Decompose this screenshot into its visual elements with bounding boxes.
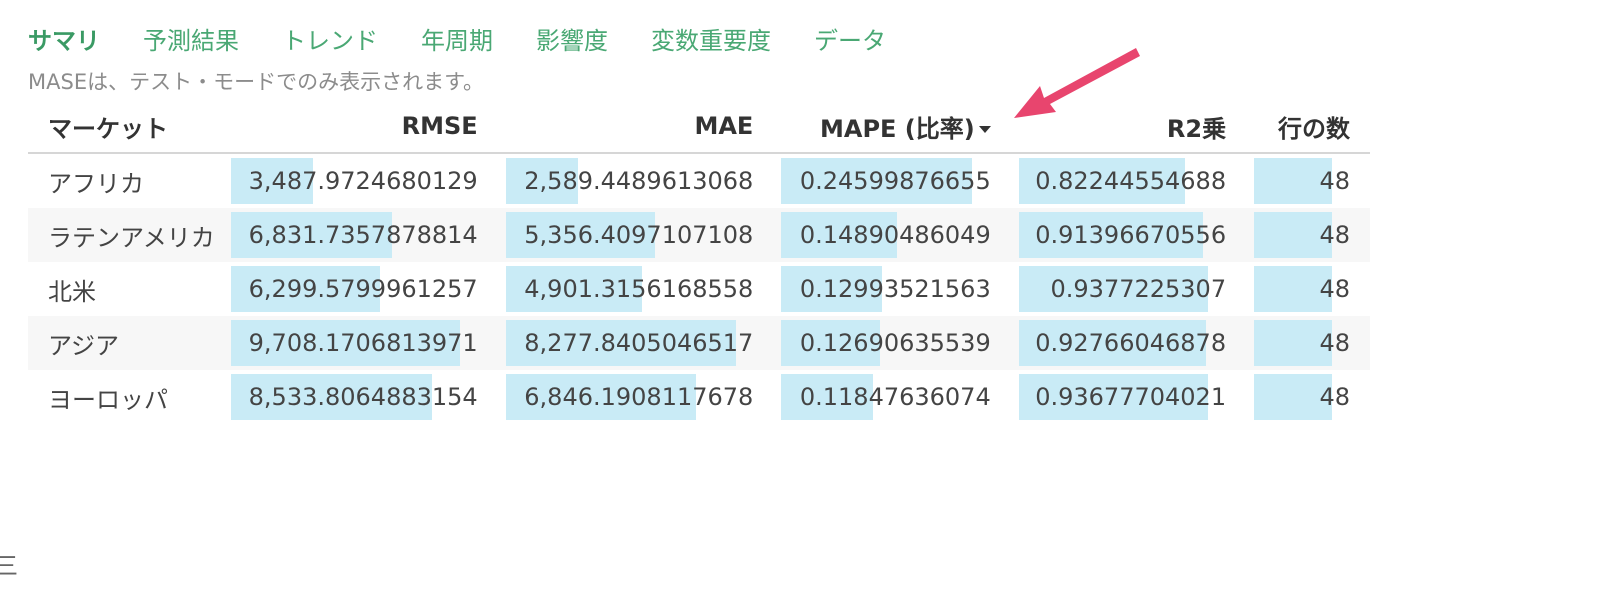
cell-rmse: 6,831.7357878814 (223, 208, 498, 262)
cell-mape: 0.24599876655 (773, 153, 1010, 208)
cell-market: ヨーロッパ (48, 385, 168, 414)
cell-mae: 4,901.3156168558 (498, 262, 774, 316)
metrics-table: マーケット RMSE MAE MAPE (比率) R2乗 行の数 アフリカ 3,… (28, 100, 1370, 424)
tab-bar: サマリ 予測結果 トレンド 年周期 影響度 変数重要度 データ (28, 22, 929, 60)
header-mae[interactable]: MAE (497, 100, 774, 154)
cell-mae-value: 8,277.8405046517 (524, 329, 754, 357)
cell-r2-value: 0.93677704021 (1035, 383, 1227, 411)
cell-rmse-value: 9,708.1706813971 (248, 329, 478, 357)
cell-mape: 0.11847636074 (773, 370, 1010, 424)
cell-row-count: 48 (1246, 370, 1370, 424)
cell-rmse-value: 6,299.5799961257 (248, 275, 478, 303)
cell-mape: 0.12993521563 (773, 262, 1010, 316)
tab-summary[interactable]: サマリ (28, 22, 100, 60)
cell-r2: 0.92766046878 (1010, 316, 1247, 370)
cell-mae-value: 4,901.3156168558 (524, 275, 754, 303)
cell-r2: 0.82244554688 (1011, 153, 1246, 208)
cell-market: 北米 (48, 277, 96, 306)
cell-r2: 0.93677704021 (1011, 370, 1246, 424)
cell-rmse-value: 6,831.7357878814 (248, 221, 478, 249)
cell-mae: 5,356.4097107108 (497, 208, 774, 262)
cell-rmse-value: 3,487.9724680129 (248, 167, 478, 195)
mase-note: MASEは、テスト・モードでのみ表示されます。 (28, 70, 484, 94)
cell-row-count-value: 48 (1319, 329, 1350, 357)
cell-row-count-value: 48 (1319, 275, 1350, 303)
header-row-count[interactable]: 行の数 (1246, 100, 1370, 154)
table-row: ヨーロッパ 8,533.8064883154 6,846.1908117678 … (28, 370, 1370, 424)
cell-market: ラテンアメリカ (28, 208, 224, 262)
cell-rmse: 6,299.5799961257 (223, 262, 498, 316)
cell-mae-value: 2,589.4489613068 (524, 167, 754, 195)
cell-r2: 0.91396670556 (1010, 208, 1247, 262)
header-market-label: マーケット (48, 114, 168, 143)
cell-mape-value: 0.12690635539 (799, 329, 991, 357)
table-row: 北米 6,299.5799961257 4,901.3156168558 0.1… (28, 262, 1370, 316)
header-r2-label: R2乗 (1166, 114, 1227, 143)
cell-mape-value: 0.24599876655 (799, 167, 991, 195)
cell-mape-value: 0.14890486049 (799, 221, 991, 249)
header-mae-label: MAE (694, 112, 754, 140)
header-rmse-label: RMSE (401, 112, 478, 140)
cell-mae-value: 6,846.1908117678 (524, 383, 754, 411)
cell-mape: 0.14890486049 (773, 208, 1011, 262)
cell-r2-value: 0.82244554688 (1035, 167, 1227, 195)
cell-rmse: 9,708.1706813971 (223, 316, 498, 370)
cell-row-count-value: 48 (1319, 221, 1350, 249)
cell-mape-value: 0.11847636074 (799, 383, 991, 411)
header-row-count-label: 行の数 (1278, 114, 1350, 143)
cell-mae-value: 5,356.4097107108 (524, 221, 754, 249)
table-header-row: マーケット RMSE MAE MAPE (比率) R2乗 行の数 (28, 100, 1370, 154)
menu-icon[interactable]: 三 (0, 546, 18, 581)
cell-mae: 2,589.4489613068 (498, 153, 774, 208)
cell-market: アフリカ (48, 169, 144, 198)
cell-row-count: 48 (1246, 153, 1370, 208)
header-mape[interactable]: MAPE (比率) (773, 100, 1011, 154)
cell-r2-value: 0.9377225307 (1050, 275, 1227, 303)
tab-prediction-results[interactable]: 予測結果 (143, 22, 239, 60)
cell-row-count-value: 48 (1319, 383, 1350, 411)
tab-effect[interactable]: 影響度 (536, 22, 608, 60)
cell-row-count-value: 48 (1319, 167, 1350, 195)
tab-data[interactable]: データ (814, 22, 886, 60)
cell-r2-value: 0.91396670556 (1035, 221, 1227, 249)
cell-rmse: 8,533.8064883154 (223, 370, 498, 424)
cell-mae: 6,846.1908117678 (498, 370, 774, 424)
cell-r2-value: 0.92766046878 (1035, 329, 1227, 357)
sort-desc-icon (978, 126, 991, 133)
cell-row-count: 48 (1246, 262, 1370, 316)
cell-row-count: 48 (1246, 316, 1370, 370)
cell-market: アジア (28, 316, 224, 370)
header-mape-label: MAPE (比率) (820, 114, 975, 143)
table-row: アフリカ 3,487.9724680129 2,589.4489613068 0… (28, 153, 1370, 208)
table-row: アジア 9,708.1706813971 8,277.8405046517 0.… (28, 316, 1370, 370)
cell-r2: 0.9377225307 (1011, 262, 1246, 316)
annotation-arrow-shaft (1014, 48, 1140, 118)
header-market[interactable]: マーケット (28, 100, 224, 154)
cell-mae: 8,277.8405046517 (497, 316, 774, 370)
tab-variable-importance[interactable]: 変数重要度 (651, 22, 771, 60)
tab-yearly-seasonality[interactable]: 年周期 (421, 22, 493, 60)
cell-mape-value: 0.12993521563 (799, 275, 991, 303)
cell-mape: 0.12690635539 (773, 316, 1011, 370)
cell-rmse: 3,487.9724680129 (223, 153, 498, 208)
cell-row-count: 48 (1246, 208, 1370, 262)
table-row: ラテンアメリカ 6,831.7357878814 5,356.409710710… (28, 208, 1370, 262)
header-rmse[interactable]: RMSE (223, 100, 498, 154)
tab-trend[interactable]: トレンド (282, 22, 378, 60)
cell-rmse-value: 8,533.8064883154 (248, 383, 478, 411)
annotation-arrow (1014, 48, 1140, 118)
